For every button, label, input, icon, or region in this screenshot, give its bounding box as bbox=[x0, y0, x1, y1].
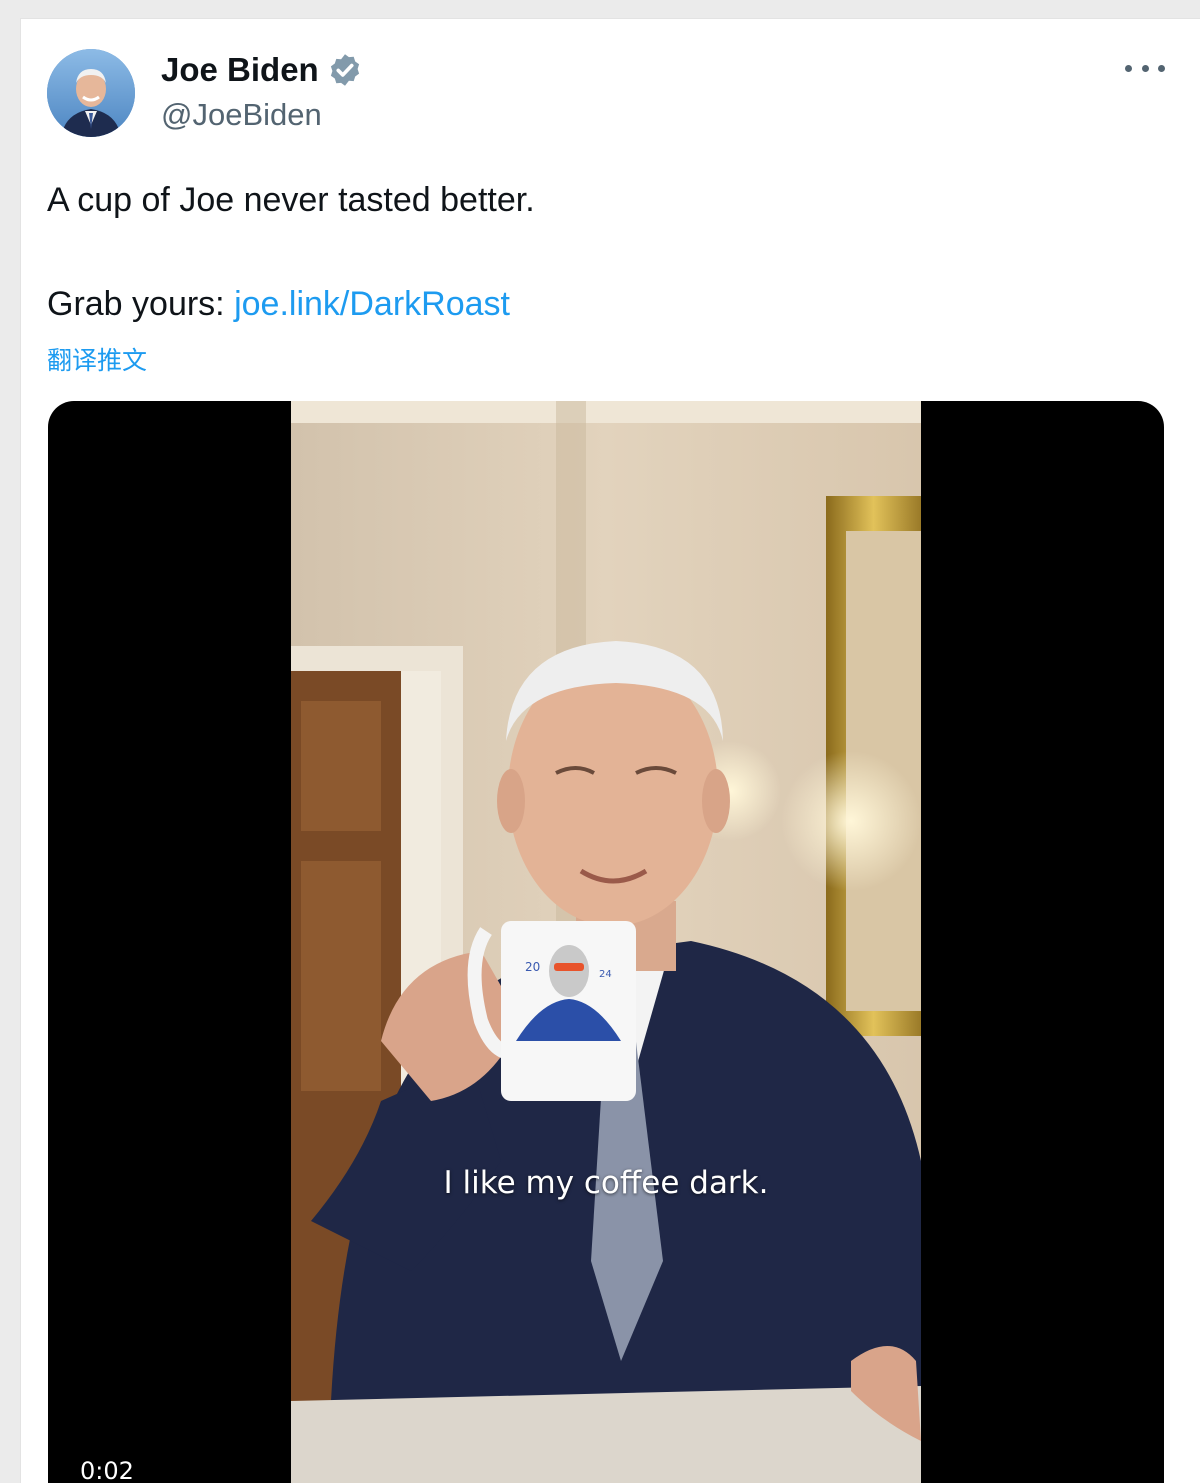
more-options-icon[interactable] bbox=[1125, 53, 1165, 83]
avatar[interactable] bbox=[47, 49, 135, 137]
video-caption: I like my coffee dark. bbox=[443, 1165, 769, 1201]
video-frame: 20 24 I like my coffee dark. bbox=[291, 401, 921, 1483]
mug-text-right: 24 bbox=[599, 969, 612, 980]
tweet-text-prefix: Grab yours: bbox=[47, 285, 235, 323]
verified-badge-icon bbox=[330, 54, 359, 86]
tweet-text-line2: Grab yours: joe.link/DarkRoast bbox=[47, 285, 510, 324]
author-handle[interactable]: @JoeBiden bbox=[161, 97, 322, 133]
video-scene-image: 20 24 bbox=[291, 401, 921, 1483]
tweet-link[interactable]: joe.link/DarkRoast bbox=[234, 285, 510, 323]
video-timestamp: 0:02 bbox=[80, 1457, 134, 1483]
video-player[interactable]: 20 24 I like my coffee dark. 0:02 bbox=[48, 401, 1164, 1483]
translate-tweet-button[interactable]: 翻译推文 bbox=[47, 341, 147, 377]
author-name[interactable]: Joe Biden bbox=[161, 51, 319, 89]
tweet-card: Joe Biden @JoeBiden A cup of Joe never t… bbox=[20, 18, 1200, 1483]
tweet-text-line1: A cup of Joe never tasted better. bbox=[47, 181, 535, 219]
mug-text-left: 20 bbox=[525, 960, 540, 974]
author-name-row: Joe Biden bbox=[161, 51, 363, 89]
